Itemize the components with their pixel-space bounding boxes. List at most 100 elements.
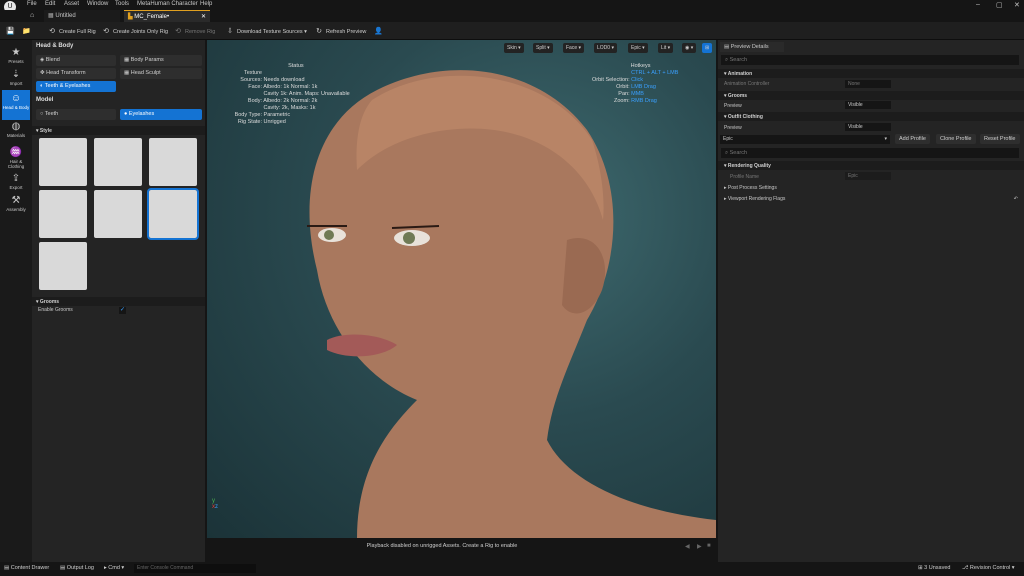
- grooms-section-header[interactable]: ▾ Grooms: [32, 297, 205, 306]
- close-tab-icon[interactable]: ✕: [201, 13, 206, 20]
- rail-assembly[interactable]: ⚒ Assembly: [2, 192, 30, 220]
- reset-profile-button[interactable]: Reset Profile: [980, 134, 1020, 144]
- teeth-eyelashes-button[interactable]: ◐ Teeth & Eyelashes: [36, 81, 116, 92]
- status-row: Cavity: 2k, Masks: 1k: [263, 105, 316, 111]
- eyelash-style-2[interactable]: [94, 138, 142, 186]
- browse-icon[interactable]: 📁: [22, 26, 31, 37]
- profile-name-field[interactable]: Epic: [845, 172, 891, 180]
- grooms-section[interactable]: ▾ Grooms: [718, 91, 1024, 100]
- play-back-icon[interactable]: ◀: [685, 543, 690, 550]
- viewport-flags-row[interactable]: ▸ Viewport Rendering Flags ↶: [718, 194, 1024, 203]
- body-icon: ▦: [124, 57, 131, 63]
- eyelash-style-7[interactable]: [39, 242, 87, 290]
- play-icon[interactable]: ▶: [697, 543, 702, 550]
- menu-metahuman[interactable]: MetaHuman Character: [137, 1, 198, 7]
- hotkey-row: Zoom: RMB Drag: [614, 98, 657, 104]
- quality-dropdown[interactable]: Epic ▾: [628, 43, 648, 53]
- eyelash-style-3[interactable]: [149, 138, 197, 186]
- add-profile-button[interactable]: Add Profile: [895, 134, 930, 144]
- eyelash-style-4[interactable]: [39, 190, 87, 238]
- outfit-section[interactable]: ▾ Outfit Clothing: [718, 112, 1024, 121]
- status-overlay: Status Texture Sources: Needs download Fa…: [222, 63, 350, 126]
- unsaved-indicator[interactable]: ⊞ 3 Unsaved: [918, 565, 950, 571]
- eyelashes-tab[interactable]: ● Eyelashes: [120, 109, 202, 120]
- eyelash-style-1[interactable]: [39, 138, 87, 186]
- console-input[interactable]: Enter Console Command: [134, 564, 256, 573]
- profile-select[interactable]: Epic ▾: [720, 135, 890, 144]
- create-full-rig-button[interactable]: ⟲ Create Full Rig: [48, 26, 96, 37]
- profile-search-input[interactable]: ⌕ Search: [721, 148, 1019, 158]
- skin-dropdown[interactable]: Skin ▾: [504, 43, 524, 53]
- details-search-input[interactable]: ⌕ Search: [721, 55, 1019, 65]
- menu-asset[interactable]: Asset: [64, 1, 79, 7]
- head-transform-button[interactable]: ✥ Head Transform: [36, 68, 116, 79]
- output-log-button[interactable]: ▤ Output Log: [60, 565, 94, 571]
- minimize-icon[interactable]: –: [976, 1, 980, 8]
- groom-preview-select[interactable]: Visible: [845, 101, 891, 109]
- create-joints-rig-button[interactable]: ⟲ Create Joints Only Rig: [102, 26, 168, 37]
- status-row: Body: Albedo: 2k Normal: 2k: [247, 98, 318, 104]
- lod-dropdown[interactable]: LOD0 ▾: [594, 43, 617, 53]
- revision-control-button[interactable]: ⎇ Revision Control ▾: [962, 565, 1015, 571]
- hotkey-rows: Orbit Selection: CTRL + ALT + LMB Click O…: [592, 70, 689, 105]
- post-process-row[interactable]: ▸ Post Process Settings: [718, 183, 1024, 192]
- head-sculpt-button[interactable]: ▦ Head Sculpt: [120, 68, 202, 79]
- chevron-down-icon: ▾: [884, 136, 887, 142]
- cmd-dropdown[interactable]: ▸ Cmd ▾: [104, 565, 124, 571]
- person-icon: ☺: [10, 93, 22, 104]
- rendering-quality-section[interactable]: ▾ Rendering Quality: [718, 161, 1024, 170]
- style-section-header[interactable]: ▾ Style: [32, 126, 205, 135]
- refresh-preview-button[interactable]: ↻ Refresh Preview: [315, 26, 366, 37]
- split-dropdown[interactable]: Split ▾: [533, 43, 553, 53]
- stop-icon[interactable]: ■: [707, 543, 711, 549]
- tab-preview-details[interactable]: ▤ Preview Details: [720, 42, 784, 52]
- eyelash-style-5[interactable]: [94, 190, 142, 238]
- maximize-icon[interactable]: ▢: [996, 1, 1003, 9]
- rig-icon: ⟲: [175, 27, 181, 35]
- status-rows: Texture Sources: Needs download Face: Alb…: [222, 70, 350, 126]
- tab-mc-female[interactable]: ▙ MC_Female• ✕: [124, 10, 210, 22]
- menu-tools[interactable]: Tools: [115, 1, 129, 7]
- panel-title: Head & Body: [36, 43, 74, 49]
- enable-grooms-checkbox[interactable]: ✓: [119, 307, 126, 314]
- hammer-icon: ⚒: [11, 195, 21, 206]
- playback-message: Playback disabled on unrigged Assets. Cr…: [366, 543, 518, 549]
- enable-grooms-label: Enable Grooms: [38, 307, 73, 313]
- hotkeys-overlay: Hotkeys Orbit Selection: CTRL + ALT + LM…: [592, 63, 689, 105]
- revision-icon: ⎇: [962, 565, 970, 571]
- refresh-icon: ↻: [316, 27, 322, 35]
- remove-rig-button[interactable]: ⟲ Remove Rig: [174, 26, 215, 37]
- rig-icon: ⟲: [49, 27, 55, 35]
- status-row: Cavity 1k: Anim. Maps: Unavailable: [263, 91, 350, 97]
- anim-controller-select[interactable]: None: [845, 80, 891, 88]
- clone-profile-button[interactable]: Clone Profile: [936, 134, 976, 144]
- outfit-preview-select[interactable]: Visible: [845, 123, 891, 131]
- star-icon: ★: [11, 47, 21, 58]
- axis-gizmo: y xz: [212, 498, 218, 510]
- body-params-button[interactable]: ▦ Body Params: [120, 55, 202, 66]
- menu-help[interactable]: Help: [200, 1, 212, 7]
- rail-head-body[interactable]: ☺ Head & Body: [2, 90, 30, 120]
- home-icon[interactable]: ⌂: [30, 12, 34, 19]
- animation-section[interactable]: ▾ Animation: [718, 69, 1024, 78]
- menu-edit[interactable]: Edit: [45, 1, 55, 7]
- menu-file[interactable]: File: [27, 1, 37, 7]
- rail-materials[interactable]: ◍ Materials: [2, 118, 30, 146]
- lit-dropdown[interactable]: Lit ▾: [658, 43, 674, 53]
- save-icon[interactable]: 💾: [6, 26, 15, 37]
- hotkey-row: Pan: MMB: [618, 91, 644, 97]
- reset-arrow-icon[interactable]: ↶: [1014, 196, 1018, 202]
- view-options-dropdown[interactable]: ◉ ▾: [682, 43, 697, 53]
- close-icon[interactable]: ✕: [1014, 1, 1020, 9]
- blend-button[interactable]: ◈ Blend: [36, 55, 116, 66]
- teeth-tab[interactable]: ○ Teeth: [36, 109, 116, 120]
- viewport-layout-icon[interactable]: ⊞: [702, 43, 713, 53]
- menu-window[interactable]: Window: [87, 1, 108, 7]
- content-drawer-button[interactable]: ▤ Content Drawer: [4, 565, 49, 571]
- eyelash-style-6[interactable]: [147, 188, 199, 240]
- tab-untitled[interactable]: ▦ Untitled: [44, 10, 120, 22]
- rail-hair-clothing[interactable]: ♒ Hair & Clothing: [2, 144, 30, 172]
- user-icon[interactable]: 👤: [374, 26, 383, 37]
- face-dropdown[interactable]: Face ▾: [563, 43, 585, 53]
- download-textures-button[interactable]: ⇩ Download Texture Sources ▾: [226, 26, 307, 37]
